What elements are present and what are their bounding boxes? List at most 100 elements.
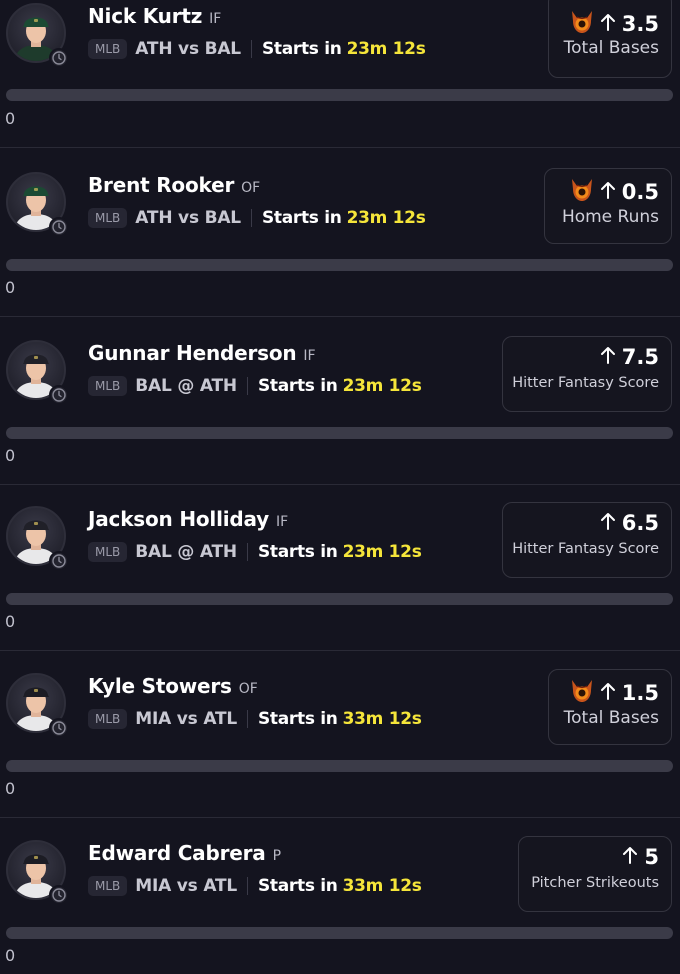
prop-card[interactable]: 6.5 Hitter Fantasy Score: [502, 502, 672, 578]
player-row[interactable]: Nick Kurtz IF MLB ATH vs BAL Starts in 23m 12…: [0, 0, 680, 150]
game-info: MLB BAL @ ATH Starts in 23m 12s: [88, 376, 422, 396]
demon-icon: [568, 9, 596, 39]
player-name[interactable]: Gunnar Henderson: [88, 341, 297, 365]
starts-label: Starts in: [261, 39, 342, 59]
player-row[interactable]: Jackson Holliday IF MLB BAL @ ATH Starts in 2…: [0, 484, 680, 652]
separator: [246, 543, 248, 561]
clock-icon: [49, 48, 69, 68]
countdown-timer: 23m 12s: [342, 542, 422, 562]
player-name[interactable]: Jackson Holliday: [88, 507, 269, 531]
start-time: Starts in 23m 12s: [262, 208, 426, 228]
arrow-up-icon[interactable]: [622, 845, 638, 869]
league-badge: MLB: [88, 39, 128, 59]
clock-icon: [49, 885, 69, 905]
prop-card[interactable]: 1.5 Total Bases: [548, 669, 672, 745]
prop-line-value: 0.5: [621, 180, 659, 204]
progress-bar: [6, 89, 673, 101]
player-position: OF: [238, 681, 258, 697]
start-time: Starts in 33m 12s: [258, 876, 422, 896]
projection-list: Nick Kurtz IF MLB ATH vs BAL Starts in 23m 12…: [0, 0, 680, 974]
demon-icon: [568, 678, 596, 708]
game-info: MLB ATH vs BAL Starts in 23m 12s: [88, 39, 426, 59]
starts-label: Starts in: [257, 709, 338, 729]
clock-icon: [49, 217, 69, 237]
starts-label: Starts in: [257, 542, 338, 562]
starts-label: Starts in: [261, 208, 342, 228]
prop-stat-label: Home Runs: [561, 207, 659, 227]
starts-label: Starts in: [257, 876, 338, 896]
player-name[interactable]: Brent Rooker: [88, 173, 234, 197]
player-name-line: Kyle Stowers OF: [88, 674, 258, 698]
prop-stat-label: Hitter Fantasy Score: [512, 541, 659, 557]
arrow-up-icon[interactable]: [600, 345, 616, 369]
league-badge: MLB: [88, 709, 128, 729]
league-badge: MLB: [88, 376, 128, 396]
countdown-timer: 33m 12s: [342, 876, 422, 896]
pick-count: 0: [5, 779, 16, 798]
player-name[interactable]: Nick Kurtz: [88, 4, 202, 28]
game-info: MLB MIA vs ATL Starts in 33m 12s: [88, 876, 422, 896]
prop-line-row: 1.5: [568, 678, 659, 708]
progress-bar: [6, 927, 673, 939]
prop-stat-label: Hitter Fantasy Score: [512, 375, 659, 391]
player-row[interactable]: Edward Cabrera P MLB MIA vs ATL Starts in 33m…: [0, 818, 680, 974]
player-row[interactable]: Kyle Stowers OF MLB MIA vs ATL Starts in 33m …: [0, 651, 680, 819]
clock-icon: [49, 385, 69, 405]
player-position: P: [272, 848, 282, 864]
league-badge: MLB: [88, 876, 128, 896]
prop-line-row: 3.5: [568, 9, 659, 39]
player-name[interactable]: Edward Cabrera: [88, 841, 266, 865]
arrow-up-icon[interactable]: [600, 511, 616, 535]
prop-line-value: 7.5: [621, 345, 659, 369]
arrow-up-icon[interactable]: [600, 180, 616, 204]
matchup: BAL @ ATH: [135, 376, 237, 396]
start-time: Starts in 33m 12s: [258, 709, 422, 729]
player-row[interactable]: Gunnar Henderson IF MLB BAL @ ATH Starts in 2…: [0, 318, 680, 486]
prop-card[interactable]: 7.5 Hitter Fantasy Score: [502, 336, 672, 412]
player-position: OF: [241, 180, 261, 196]
prop-line-row: 7.5: [600, 345, 659, 369]
pick-count: 0: [5, 612, 16, 631]
matchup: MIA vs ATL: [135, 876, 237, 896]
prop-line-value: 5: [644, 845, 659, 869]
prop-line-row: 5: [622, 845, 659, 869]
progress-bar: [6, 760, 673, 772]
player-name-line: Gunnar Henderson IF: [88, 341, 316, 365]
arrow-up-icon[interactable]: [600, 681, 616, 705]
clock-icon: [49, 718, 69, 738]
league-badge: MLB: [88, 208, 128, 228]
prop-stat-label: Total Bases: [563, 708, 659, 728]
prop-line-value: 1.5: [621, 681, 659, 705]
game-info: MLB BAL @ ATH Starts in 23m 12s: [88, 542, 422, 562]
pick-count: 0: [5, 278, 16, 297]
prop-card[interactable]: 0.5 Home Runs: [544, 168, 672, 244]
player-row[interactable]: Brent Rooker OF MLB ATH vs BAL Starts in 23m …: [0, 150, 680, 318]
demon-icon: [568, 177, 596, 207]
prop-card[interactable]: 5 Pitcher Strikeouts: [518, 836, 672, 912]
separator: [246, 877, 248, 895]
player-name-line: Jackson Holliday IF: [88, 507, 288, 531]
player-position: IF: [276, 514, 289, 530]
game-info: MLB MIA vs ATL Starts in 33m 12s: [88, 709, 422, 729]
countdown-timer: 23m 12s: [346, 208, 426, 228]
prop-line-row: 0.5: [568, 177, 659, 207]
league-badge: MLB: [88, 542, 128, 562]
start-time: Starts in 23m 12s: [258, 542, 422, 562]
separator: [250, 209, 252, 227]
progress-bar: [6, 427, 673, 439]
player-name-line: Brent Rooker OF: [88, 173, 260, 197]
starts-label: Starts in: [257, 376, 338, 396]
prop-stat-label: Pitcher Strikeouts: [531, 875, 659, 891]
arrow-up-icon[interactable]: [600, 12, 616, 36]
start-time: Starts in 23m 12s: [258, 376, 422, 396]
pick-count: 0: [5, 446, 16, 465]
prop-line-row: 6.5: [600, 511, 659, 535]
player-name[interactable]: Kyle Stowers: [88, 674, 232, 698]
prop-line-value: 3.5: [621, 12, 659, 36]
countdown-timer: 23m 12s: [346, 39, 426, 59]
pick-count: 0: [5, 109, 16, 128]
progress-bar: [6, 259, 673, 271]
prop-card[interactable]: 3.5 Total Bases: [548, 0, 672, 78]
separator: [246, 377, 248, 395]
prop-line-value: 6.5: [621, 511, 659, 535]
